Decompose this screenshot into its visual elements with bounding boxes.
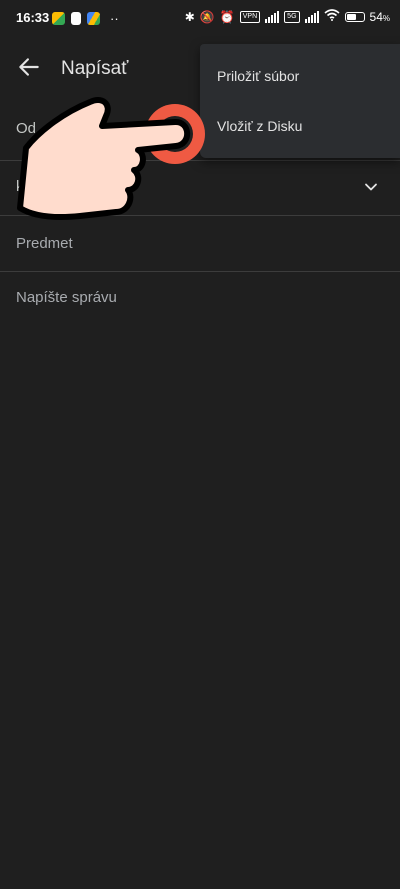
menu-item-insert-from-drive[interactable]: Vložiť z Disku <box>217 118 302 134</box>
to-label: k <box>16 178 24 195</box>
body-field[interactable]: Napíšte správu <box>0 272 400 872</box>
more-notifications-icon: ·· <box>110 11 119 26</box>
subject-placeholder: Predmet <box>16 235 73 252</box>
photos-app-icon <box>52 12 65 25</box>
attach-menu: Priložiť súbor Vložiť z Disku <box>200 44 400 158</box>
body-placeholder: Napíšte správu <box>16 289 117 306</box>
battery-icon <box>344 11 365 22</box>
subject-field[interactable]: Predmet <box>0 216 400 271</box>
signal-2-icon <box>304 10 319 23</box>
bluetooth-icon: ✱ <box>184 9 195 24</box>
drive-app-icon <box>87 12 100 25</box>
vpn-icon: VPN <box>239 10 261 23</box>
battery-level: 54% <box>369 9 390 24</box>
from-label: Od <box>16 120 37 137</box>
alarm-icon: ⏰ <box>219 9 235 24</box>
mute-icon: 🔕 <box>199 9 215 24</box>
page-title: Napísať <box>61 58 129 79</box>
network-type-badge: 5G <box>284 10 300 23</box>
chevron-down-icon[interactable] <box>364 180 378 194</box>
status-time: 16:33 <box>16 10 50 25</box>
back-arrow-icon[interactable] <box>16 54 42 80</box>
signal-icon <box>265 10 280 23</box>
pen-app-icon <box>71 12 81 25</box>
menu-item-attach-file[interactable]: Priložiť súbor <box>217 68 299 84</box>
wifi-icon <box>323 9 340 24</box>
status-bar: 16:33 ·· ✱ 🔕 ⏰ VPN 5G 54% <box>0 0 400 36</box>
to-row[interactable]: k <box>0 161 400 215</box>
